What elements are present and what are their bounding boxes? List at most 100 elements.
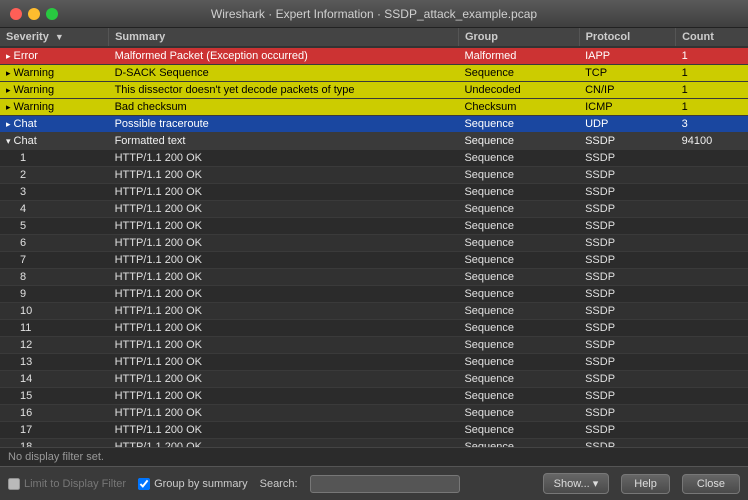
cell-count — [676, 201, 748, 218]
cell-summary: HTTP/1.1 200 OK — [109, 218, 459, 235]
table-row[interactable]: 18HTTP/1.1 200 OKSequenceSSDP — [0, 439, 748, 448]
cell-group: Sequence — [458, 388, 579, 405]
cell-count — [676, 269, 748, 286]
header-protocol[interactable]: Protocol — [579, 28, 676, 47]
cell-protocol: TCP — [579, 65, 676, 82]
cell-count: 1 — [676, 99, 748, 116]
status-bar: No display filter set. — [0, 447, 748, 466]
table-row[interactable]: 7HTTP/1.1 200 OKSequenceSSDP — [0, 252, 748, 269]
cell-group: Sequence — [458, 116, 579, 133]
cell-protocol: SSDP — [579, 422, 676, 439]
table-row[interactable]: ▸ErrorMalformed Packet (Exception occurr… — [0, 48, 748, 65]
cell-protocol: SSDP — [579, 150, 676, 167]
cell-group: Sequence — [458, 218, 579, 235]
cell-protocol: SSDP — [579, 320, 676, 337]
cell-count — [676, 337, 748, 354]
cell-count — [676, 388, 748, 405]
maximize-window-button[interactable] — [46, 8, 58, 20]
table-row[interactable]: ▸ChatPossible tracerouteSequenceUDP3 — [0, 116, 748, 133]
table-row[interactable]: ▸WarningBad checksumChecksumICMP1 — [0, 99, 748, 116]
expand-arrow-icon[interactable]: ▸ — [6, 51, 11, 62]
close-window-button[interactable] — [10, 8, 22, 20]
cell-protocol: UDP — [579, 116, 676, 133]
cell-severity: 2 — [0, 167, 109, 184]
table-row[interactable]: 1HTTP/1.1 200 OKSequenceSSDP — [0, 150, 748, 167]
expand-arrow-icon[interactable]: ▾ — [6, 136, 11, 147]
cell-summary: HTTP/1.1 200 OK — [109, 150, 459, 167]
cell-count: 1 — [676, 65, 748, 82]
header-severity[interactable]: Severity ▼ — [0, 28, 109, 47]
table-row[interactable]: 10HTTP/1.1 200 OKSequenceSSDP — [0, 303, 748, 320]
table-row[interactable]: 8HTTP/1.1 200 OKSequenceSSDP — [0, 269, 748, 286]
table-body-wrapper[interactable]: ▸ErrorMalformed Packet (Exception occurr… — [0, 48, 748, 447]
table-row[interactable]: 4HTTP/1.1 200 OKSequenceSSDP — [0, 201, 748, 218]
cell-count — [676, 286, 748, 303]
search-input[interactable] — [310, 475, 460, 493]
table-row[interactable]: 3HTTP/1.1 200 OKSequenceSSDP — [0, 184, 748, 201]
cell-severity: 8 — [0, 269, 109, 286]
expand-arrow-icon[interactable]: ▸ — [6, 68, 11, 79]
table-row[interactable]: ▸WarningThis dissector doesn't yet decod… — [0, 82, 748, 99]
cell-group: Sequence — [458, 439, 579, 448]
cell-summary: Possible traceroute — [109, 116, 459, 133]
table-row[interactable]: 6HTTP/1.1 200 OKSequenceSSDP — [0, 235, 748, 252]
cell-severity: 6 — [0, 235, 109, 252]
cell-protocol: SSDP — [579, 184, 676, 201]
title-bar: Wireshark · Expert Information · SSDP_at… — [0, 0, 748, 28]
cell-summary: HTTP/1.1 200 OK — [109, 371, 459, 388]
cell-severity: 5 — [0, 218, 109, 235]
table-row[interactable]: ▾ChatFormatted textSequenceSSDP94100 — [0, 133, 748, 150]
header-count[interactable]: Count — [676, 28, 748, 47]
table-row[interactable]: 2HTTP/1.1 200 OKSequenceSSDP — [0, 167, 748, 184]
table-row[interactable]: 11HTTP/1.1 200 OKSequenceSSDP — [0, 320, 748, 337]
cell-count: 1 — [676, 48, 748, 65]
cell-count — [676, 167, 748, 184]
limit-filter-label[interactable]: Limit to Display Filter — [8, 478, 126, 490]
expand-arrow-icon[interactable]: ▸ — [6, 119, 11, 130]
header-group[interactable]: Group — [458, 28, 579, 47]
cell-severity: ▸Error — [0, 48, 109, 65]
cell-count — [676, 303, 748, 320]
cell-severity: 13 — [0, 354, 109, 371]
table-row[interactable]: 14HTTP/1.1 200 OKSequenceSSDP — [0, 371, 748, 388]
cell-summary: HTTP/1.1 200 OK — [109, 337, 459, 354]
cell-summary: This dissector doesn't yet decode packet… — [109, 82, 459, 99]
cell-protocol: SSDP — [579, 303, 676, 320]
cell-protocol: SSDP — [579, 337, 676, 354]
table-row[interactable]: 17HTTP/1.1 200 OKSequenceSSDP — [0, 422, 748, 439]
cell-protocol: SSDP — [579, 201, 676, 218]
cell-protocol: SSDP — [579, 371, 676, 388]
group-summary-label[interactable]: Group by summary — [138, 478, 248, 490]
table-row[interactable]: 16HTTP/1.1 200 OKSequenceSSDP — [0, 405, 748, 422]
cell-count — [676, 252, 748, 269]
header-summary[interactable]: Summary — [109, 28, 459, 47]
cell-group: Sequence — [458, 201, 579, 218]
expand-arrow-icon[interactable]: ▸ — [6, 102, 11, 113]
table-header: Severity ▼ Summary Group Protocol Count — [0, 28, 748, 47]
cell-severity: ▸Chat — [0, 116, 109, 133]
table-row[interactable]: 5HTTP/1.1 200 OKSequenceSSDP — [0, 218, 748, 235]
expert-info-table: Severity ▼ Summary Group Protocol Count — [0, 28, 748, 48]
cell-summary: Malformed Packet (Exception occurred) — [109, 48, 459, 65]
limit-filter-checkbox[interactable] — [8, 478, 20, 490]
cell-group: Sequence — [458, 252, 579, 269]
cell-protocol: SSDP — [579, 388, 676, 405]
table-row[interactable]: ▸WarningD-SACK SequenceSequenceTCP1 — [0, 65, 748, 82]
minimize-window-button[interactable] — [28, 8, 40, 20]
expand-arrow-icon[interactable]: ▸ — [6, 85, 11, 96]
cell-protocol: SSDP — [579, 167, 676, 184]
cell-summary: HTTP/1.1 200 OK — [109, 286, 459, 303]
table-row[interactable]: 13HTTP/1.1 200 OKSequenceSSDP — [0, 354, 748, 371]
cell-summary: D-SACK Sequence — [109, 65, 459, 82]
table-row[interactable]: 15HTTP/1.1 200 OKSequenceSSDP — [0, 388, 748, 405]
cell-protocol: SSDP — [579, 354, 676, 371]
table-row[interactable]: 12HTTP/1.1 200 OKSequenceSSDP — [0, 337, 748, 354]
group-summary-checkbox[interactable] — [138, 478, 150, 490]
window-controls[interactable] — [10, 8, 58, 20]
show-button[interactable]: Show... ▾ — [543, 473, 610, 494]
cell-summary: HTTP/1.1 200 OK — [109, 439, 459, 448]
table-body: ▸ErrorMalformed Packet (Exception occurr… — [0, 48, 748, 447]
help-button[interactable]: Help — [621, 474, 670, 494]
table-row[interactable]: 9HTTP/1.1 200 OKSequenceSSDP — [0, 286, 748, 303]
close-button[interactable]: Close — [682, 474, 740, 494]
